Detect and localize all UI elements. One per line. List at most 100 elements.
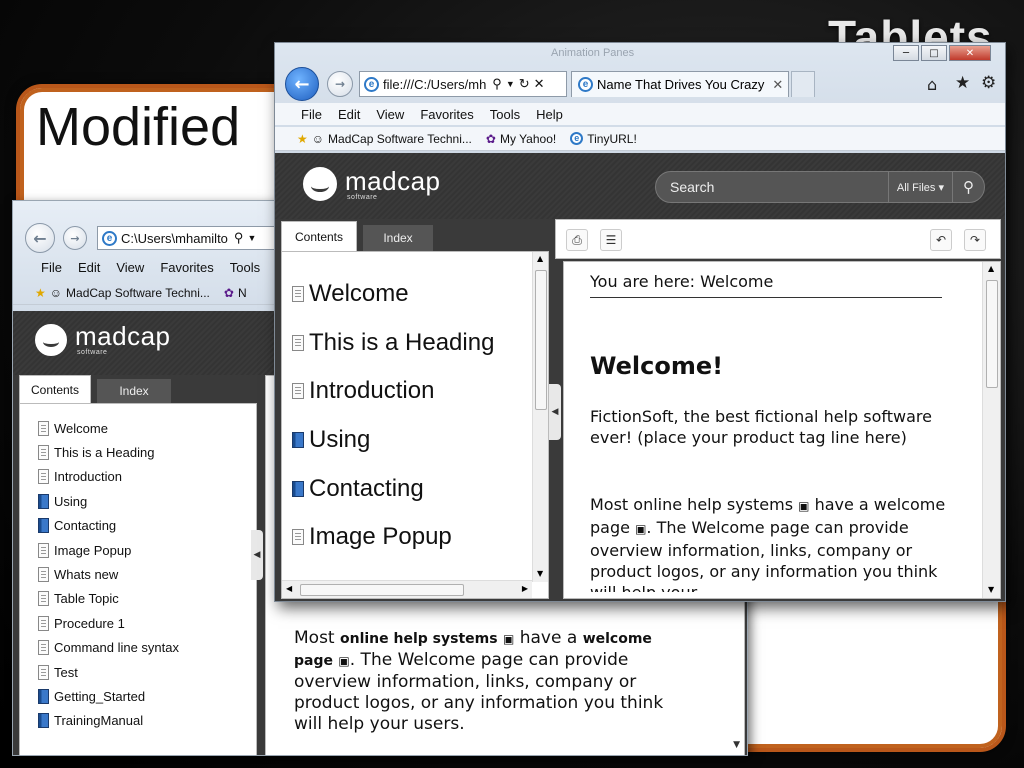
- toc-item[interactable]: Table Topic: [38, 587, 179, 611]
- toc-horizontal-scrollbar[interactable]: ◀ ▶: [282, 580, 532, 598]
- favorite-madcap[interactable]: ☺ MadCap Software Techni...: [50, 286, 210, 300]
- maximize-button[interactable]: □: [921, 45, 947, 61]
- print-button[interactable]: ⎙: [566, 229, 588, 251]
- address-bar[interactable]: e C:\Users\mhamilto ⚲ ▼: [97, 226, 277, 250]
- favorites-star-icon[interactable]: ★: [955, 73, 970, 93]
- search-input[interactable]: Search: [656, 179, 888, 195]
- toc-item[interactable]: Introduction: [38, 465, 179, 489]
- glossary-term[interactable]: online help systems: [340, 631, 498, 647]
- undo-arrow-icon: ↶: [935, 233, 947, 247]
- address-bar[interactable]: e file:///C:/Users/mh ⚲ ▼ ↻ ✕: [359, 71, 567, 97]
- arrow-left-icon: ←: [294, 73, 310, 95]
- triangle-left-icon: ◀: [551, 407, 559, 417]
- menu-edit[interactable]: Edit: [78, 260, 100, 275]
- toc-vertical-scrollbar[interactable]: ▲ ▼: [532, 252, 548, 582]
- collapse-toggle[interactable]: ◀: [251, 530, 263, 580]
- previous-topic-button[interactable]: ↶: [930, 229, 952, 251]
- popup-icon[interactable]: ▣: [503, 632, 514, 646]
- toc-item[interactable]: Whats new: [292, 562, 524, 570]
- toc-item[interactable]: Contacting: [38, 514, 179, 538]
- favorite-tinyurl[interactable]: e TinyURL!: [570, 132, 637, 146]
- toc-item[interactable]: TrainingManual: [38, 709, 179, 733]
- scroll-up-icon[interactable]: ▲: [537, 254, 543, 263]
- arrow-left-icon: ←: [33, 228, 47, 248]
- forward-button[interactable]: →: [63, 226, 87, 250]
- menu-tools[interactable]: Tools: [490, 107, 520, 122]
- next-topic-button[interactable]: ↷: [964, 229, 986, 251]
- menu-view[interactable]: View: [116, 260, 144, 275]
- scroll-right-icon[interactable]: ▶: [522, 584, 528, 593]
- toc-item[interactable]: Image Popup: [292, 513, 524, 562]
- madcap-logo[interactable]: madcap software: [35, 323, 171, 356]
- glossary-term[interactable]: welcome: [583, 631, 652, 647]
- toc-item[interactable]: Welcome: [38, 416, 179, 440]
- toc-item[interactable]: Image Popup: [38, 538, 179, 562]
- menu-edit[interactable]: Edit: [338, 107, 360, 122]
- minimize-button[interactable]: ─: [893, 45, 919, 61]
- popup-icon[interactable]: ▣: [635, 522, 646, 536]
- page-icon: [38, 640, 49, 656]
- popup-icon[interactable]: ▣: [338, 654, 349, 668]
- back-button[interactable]: ←: [285, 67, 319, 101]
- topic-vertical-scrollbar[interactable]: ▲ ▼: [982, 262, 1000, 598]
- topic-body: Most online help systems ▣ have a welcom…: [294, 628, 674, 735]
- forward-button[interactable]: →: [327, 71, 353, 97]
- madcap-header: madcap software Search All Files ▾ ⚲: [275, 153, 1005, 219]
- menu-favorites[interactable]: Favorites: [160, 260, 213, 275]
- toc-item[interactable]: Test: [38, 660, 179, 684]
- toc-item[interactable]: Getting_Started: [38, 684, 179, 708]
- scroll-left-icon[interactable]: ◀: [286, 584, 292, 593]
- scroll-up-icon[interactable]: ▲: [988, 264, 994, 273]
- new-tab-button[interactable]: [791, 71, 815, 97]
- menu-tools[interactable]: Tools: [230, 260, 260, 275]
- scroll-down-icon[interactable]: ▼: [988, 585, 994, 594]
- home-icon[interactable]: ⌂: [927, 75, 937, 94]
- refresh-icon[interactable]: ↻: [519, 76, 530, 92]
- scroll-down-icon[interactable]: ▼: [733, 740, 740, 750]
- menu-file[interactable]: File: [301, 107, 322, 122]
- menu-help[interactable]: Help: [536, 107, 563, 122]
- scroll-thumb[interactable]: [986, 280, 998, 388]
- tab-index[interactable]: Index: [363, 225, 433, 251]
- popup-icon[interactable]: ▣: [798, 499, 809, 513]
- madcap-logo[interactable]: madcap software: [303, 167, 441, 201]
- toc-item[interactable]: Contacting: [292, 464, 524, 513]
- page-icon: [38, 567, 49, 583]
- close-icon: ✕: [965, 47, 975, 59]
- favorite-yahoo[interactable]: ✿ N: [224, 286, 247, 300]
- toc-item[interactable]: Command line syntax: [38, 636, 179, 660]
- gear-icon[interactable]: ⚙: [981, 73, 996, 93]
- scroll-thumb[interactable]: [535, 270, 547, 410]
- menu-view[interactable]: View: [376, 107, 404, 122]
- tab-index[interactable]: Index: [97, 379, 171, 403]
- stop-icon[interactable]: ✕: [534, 76, 545, 92]
- toc-list-button[interactable]: ☰: [600, 229, 622, 251]
- scroll-down-icon[interactable]: ▼: [537, 569, 543, 578]
- toc-item[interactable]: Procedure 1: [38, 611, 179, 635]
- menu-file[interactable]: File: [41, 260, 62, 275]
- toc-item[interactable]: Introduction: [292, 367, 524, 416]
- search-filter-dropdown[interactable]: All Files ▾: [887, 172, 952, 202]
- tab-contents[interactable]: Contents: [19, 375, 91, 403]
- glossary-term[interactable]: page: [294, 653, 333, 669]
- favorites-star-icon[interactable]: ★: [297, 132, 308, 146]
- toc-item[interactable]: This is a Heading: [292, 319, 524, 368]
- browser-tab[interactable]: e Name That Drives You Crazy ✕: [571, 71, 789, 97]
- close-window-button[interactable]: ✕: [949, 45, 991, 61]
- tab-contents[interactable]: Contents: [281, 221, 357, 251]
- menu-favorites[interactable]: Favorites: [420, 107, 473, 122]
- toc-item[interactable]: Using: [38, 489, 179, 513]
- toc-item[interactable]: This is a Heading: [38, 440, 179, 464]
- scroll-thumb[interactable]: [300, 584, 464, 596]
- search-icon[interactable]: ⚲: [952, 172, 984, 202]
- toc-item[interactable]: Welcome: [292, 270, 524, 319]
- back-button[interactable]: ←: [25, 223, 55, 253]
- topic-paragraph-2: Most online help systems ▣ have a welcom…: [590, 494, 952, 592]
- favorite-yahoo[interactable]: ✿ My Yahoo!: [486, 132, 556, 146]
- favorites-star-icon[interactable]: ★: [35, 286, 46, 300]
- collapse-toggle[interactable]: ◀: [549, 384, 561, 440]
- favorite-madcap[interactable]: ☺ MadCap Software Techni...: [312, 132, 472, 146]
- toc-item[interactable]: Whats new: [38, 562, 179, 586]
- toc-item[interactable]: Using: [292, 416, 524, 465]
- close-tab-icon[interactable]: ✕: [772, 77, 783, 93]
